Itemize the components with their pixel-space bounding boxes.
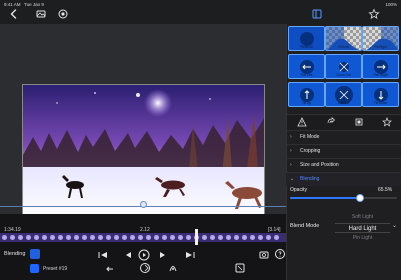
favorite-star-icon[interactable] [368, 8, 380, 20]
preset-label: Preset #19 [43, 266, 68, 272]
preset-tile[interactable]: Reset All [288, 26, 325, 51]
loop-icon[interactable] [139, 262, 151, 274]
crop-icon[interactable] [354, 117, 364, 127]
camera-icon[interactable] [258, 248, 270, 260]
status-battery: 100% [385, 2, 397, 7]
video-preview [22, 84, 265, 219]
blend-mode-label: Blend Mode [290, 223, 320, 229]
chevron-right-icon: › [290, 162, 292, 168]
top-toolbar: 9:41 AM Tue Jan 9 100% [0, 0, 401, 24]
timeline-left-tool-icon[interactable] [104, 264, 116, 274]
play-icon[interactable] [138, 249, 150, 261]
preset-tile[interactable]: Zoom Out [325, 54, 362, 79]
blend-mode-picker[interactable]: Soft Light Hard Light Pin Light [335, 214, 390, 244]
opacity-slider-knob[interactable] [356, 194, 364, 202]
blend-mode-selected[interactable]: Hard Light [335, 223, 390, 233]
status-date: Tue Jan 9 [24, 2, 44, 7]
chevron-right-icon: › [290, 134, 292, 140]
back-icon[interactable] [8, 8, 20, 20]
fullscreen-icon[interactable] [234, 262, 246, 274]
position-handle[interactable] [140, 201, 147, 208]
status-time: 9:41 AM [4, 2, 21, 7]
opacity-value: 65.5% [378, 187, 393, 193]
preset-chip[interactable] [30, 264, 39, 273]
chevron-right-icon: › [290, 148, 292, 154]
skip-forward-icon[interactable] [184, 250, 196, 260]
rotate-icon[interactable] [326, 117, 336, 127]
playhead[interactable] [195, 229, 198, 245]
media-library-icon[interactable] [35, 8, 47, 20]
section-fit-mode[interactable]: › Fit Mode [286, 130, 401, 144]
preset-tile[interactable]: Tilt Down [362, 82, 399, 107]
opacity-slider-fill [290, 197, 360, 199]
preset-tile[interactable]: Fill Left [325, 26, 362, 51]
skip-back-icon[interactable] [97, 250, 109, 260]
preset-tile[interactable]: Tilt Up [288, 82, 325, 107]
blending-track-label: Blending [4, 251, 26, 257]
help-icon[interactable] [274, 248, 286, 260]
section-size-position[interactable]: › Size and Position [286, 158, 401, 172]
blend-mode-expand-icon[interactable]: ⌄ [392, 222, 397, 229]
warning-icon[interactable] [297, 117, 307, 127]
preset-tile[interactable]: Pan Right [362, 54, 399, 79]
blending-indicator[interactable] [30, 249, 40, 259]
blend-mode-option-below[interactable]: Pin Light [335, 235, 390, 241]
theme-icon[interactable] [57, 8, 69, 20]
section-cropping[interactable]: › Cropping [286, 144, 401, 158]
step-forward-icon[interactable] [157, 250, 169, 260]
preset-tile[interactable]: Fill Right [362, 26, 399, 51]
opacity-label: Opacity [290, 187, 307, 193]
section-blending[interactable]: ⌄ Blending [286, 172, 401, 186]
clip-strip[interactable] [0, 233, 286, 242]
speed-icon[interactable] [167, 262, 179, 274]
blend-mode-option-above[interactable]: Soft Light [335, 214, 390, 220]
star-icon[interactable] [382, 117, 392, 127]
step-back-icon[interactable] [122, 250, 134, 260]
preview-canvas[interactable] [0, 24, 286, 219]
inspector-icon[interactable] [311, 8, 323, 20]
chevron-down-icon: ⌄ [290, 176, 295, 182]
preset-tile[interactable]: Zoom In [325, 82, 362, 107]
preset-tile[interactable]: Pan Left [288, 54, 325, 79]
